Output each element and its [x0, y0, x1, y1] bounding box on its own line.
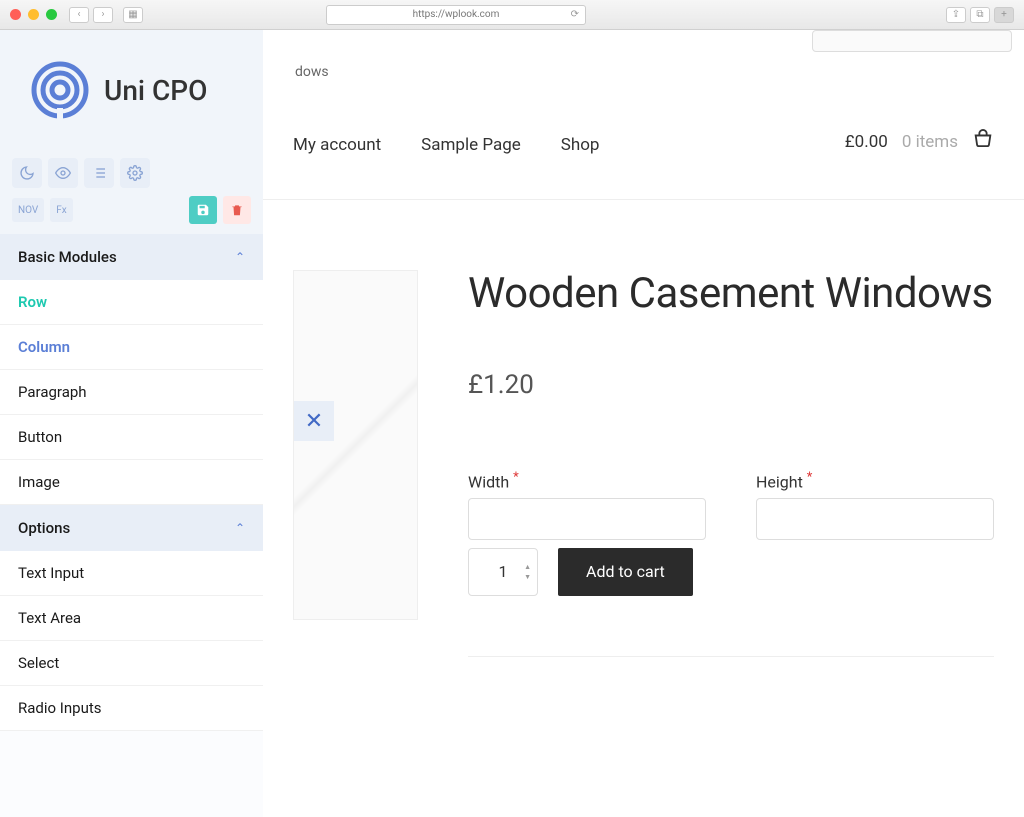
- close-icon[interactable]: ✕: [294, 401, 334, 441]
- close-window-icon[interactable]: [10, 9, 21, 20]
- builder-sidebar: Uni CPO NOV Fx Basic Modules ⌃ Row Colum…: [0, 30, 263, 817]
- height-input[interactable]: [756, 498, 994, 540]
- minimize-window-icon[interactable]: [28, 9, 39, 20]
- logo-text: Uni CPO: [104, 74, 207, 107]
- module-button[interactable]: Button: [0, 415, 263, 460]
- share-icon[interactable]: ⇪: [946, 7, 966, 23]
- back-button[interactable]: ‹: [69, 7, 89, 23]
- chevron-up-icon: ⌃: [235, 521, 245, 535]
- nav-shop[interactable]: Shop: [561, 135, 600, 155]
- height-label: Height *: [756, 470, 994, 491]
- product-options: Width * Height *: [468, 470, 994, 539]
- cart-price: £0.00: [845, 132, 888, 152]
- nav-my-account[interactable]: My account: [293, 135, 381, 155]
- maximize-window-icon[interactable]: [46, 9, 57, 20]
- delete-button[interactable]: [223, 196, 251, 224]
- spinner-icon[interactable]: ▲▼: [524, 563, 531, 581]
- section-options[interactable]: Options ⌃: [0, 505, 263, 551]
- basic-modules-list: Row Column Paragraph Button Image: [0, 280, 263, 505]
- cart-icon[interactable]: [972, 129, 994, 155]
- cart-items-count: 0 items: [902, 132, 958, 152]
- sidebar-toolbar: [0, 150, 263, 192]
- product-image: ✕: [293, 270, 418, 620]
- divider: [468, 656, 994, 657]
- gear-icon[interactable]: [120, 158, 150, 188]
- module-image[interactable]: Image: [0, 460, 263, 505]
- add-to-cart-button[interactable]: Add to cart: [558, 548, 693, 596]
- traffic-lights: [10, 9, 57, 20]
- url-bar[interactable]: https://wplook.com ⟳: [326, 5, 586, 25]
- cart-area[interactable]: £0.00 0 items: [845, 129, 994, 155]
- browser-nav: ‹ ›: [69, 7, 113, 23]
- forward-button[interactable]: ›: [93, 7, 113, 23]
- option-width: Width *: [468, 470, 706, 539]
- required-mark: *: [807, 470, 813, 485]
- refresh-icon[interactable]: ⟳: [571, 9, 579, 20]
- section-label: Basic Modules: [18, 248, 117, 266]
- section-label: Options: [18, 519, 70, 537]
- product-price: £1.20: [468, 370, 994, 400]
- moon-icon[interactable]: [12, 158, 42, 188]
- tabs-icon[interactable]: ⧉: [970, 7, 990, 23]
- required-mark: *: [513, 470, 519, 485]
- product-title: Wooden Casement Windows: [468, 270, 994, 318]
- nav-links: My account Sample Page Shop: [293, 135, 599, 155]
- options-list: Text Input Text Area Select Radio Inputs: [0, 551, 263, 731]
- module-radio-inputs[interactable]: Radio Inputs: [0, 686, 263, 731]
- option-height: Height *: [756, 470, 994, 539]
- module-select[interactable]: Select: [0, 641, 263, 686]
- browser-chrome: ‹ › ▦ https://wplook.com ⟳ ⇪ ⧉ +: [0, 0, 1024, 30]
- product-details: Wooden Casement Windows £1.20 Width * He…: [468, 270, 994, 657]
- logo: Uni CPO: [0, 30, 263, 150]
- tag-nov[interactable]: NOV: [12, 198, 44, 222]
- site-header: My account Sample Page Shop £0.00 0 item…: [263, 30, 1024, 200]
- module-column[interactable]: Column: [0, 325, 263, 370]
- page-content: My account Sample Page Shop £0.00 0 item…: [263, 30, 1024, 817]
- nav-sample-page[interactable]: Sample Page: [421, 135, 521, 155]
- url-text: https://wplook.com: [413, 9, 500, 20]
- sidebar-toggle-icon[interactable]: ▦: [123, 7, 143, 23]
- quantity-stepper[interactable]: 1 ▲▼: [468, 548, 538, 596]
- add-tab-icon[interactable]: +: [994, 7, 1014, 23]
- save-button[interactable]: [189, 196, 217, 224]
- section-basic-modules[interactable]: Basic Modules ⌃: [0, 234, 263, 280]
- list-icon[interactable]: [84, 158, 114, 188]
- chevron-up-icon: ⌃: [235, 250, 245, 264]
- sidebar-toolbar-2: NOV Fx: [0, 192, 263, 234]
- quantity-value: 1: [499, 562, 508, 581]
- tag-fx[interactable]: Fx: [50, 198, 73, 222]
- product-area: ✕ Wooden Casement Windows £1.20 Width * …: [263, 200, 1024, 687]
- logo-icon: [30, 60, 90, 120]
- width-input[interactable]: [468, 498, 706, 540]
- module-row[interactable]: Row: [0, 280, 263, 325]
- eye-icon[interactable]: [48, 158, 78, 188]
- module-text-input[interactable]: Text Input: [0, 551, 263, 596]
- width-label: Width *: [468, 470, 706, 491]
- module-text-area[interactable]: Text Area: [0, 596, 263, 641]
- module-paragraph[interactable]: Paragraph: [0, 370, 263, 415]
- cart-row: 1 ▲▼ Add to cart: [468, 548, 994, 596]
